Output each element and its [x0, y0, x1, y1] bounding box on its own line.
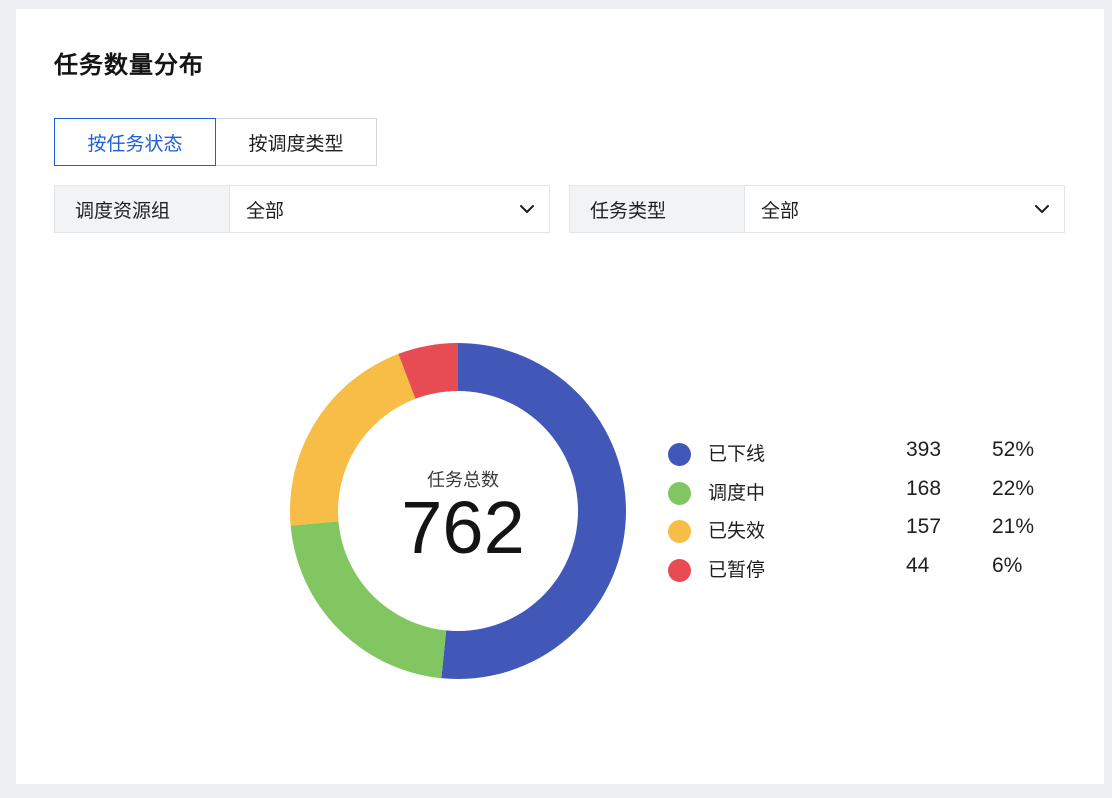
legend-label: 已失效 [708, 520, 766, 543]
legend-item[interactable]: 调度中 168 22% [668, 475, 1068, 514]
donut-center-value: 762 [401, 486, 525, 569]
tab-by-task-status[interactable]: 按任务状态 [54, 118, 216, 166]
legend-item[interactable]: 已暂停 44 6% [668, 552, 1068, 591]
legend-item[interactable]: 已失效 157 21% [668, 513, 1068, 552]
legend-color-dot [668, 481, 691, 505]
legend-percent: 52% [992, 438, 1035, 461]
legend-color-dot [668, 520, 691, 544]
legend-label: 已下线 [708, 443, 766, 465]
legend-percent: 21% [992, 515, 1035, 539]
task-distribution-card: 任务数量分布 按任务状态 按调度类型 调度资源组 全部 任务类型 全部 任务总数… [16, 9, 1104, 784]
legend-count: 157 [906, 515, 942, 539]
legend-color-dot [668, 559, 691, 583]
legend-label: 已暂停 [708, 559, 766, 582]
legend-count: 393 [906, 438, 942, 461]
legend-percent: 22% [992, 476, 1035, 500]
legend-percent: 6% [992, 554, 1023, 578]
legend-item[interactable]: 已下线 393 52% [668, 436, 1068, 475]
legend-count: 44 [906, 554, 930, 578]
legend-label: 调度中 [708, 481, 766, 504]
chart-legend: 已下线 393 52% 调度中 168 22% 已失效 157 21% 已暂停 44 6% [668, 436, 1068, 591]
legend-color-dot [668, 443, 691, 466]
legend-count: 168 [906, 476, 942, 500]
